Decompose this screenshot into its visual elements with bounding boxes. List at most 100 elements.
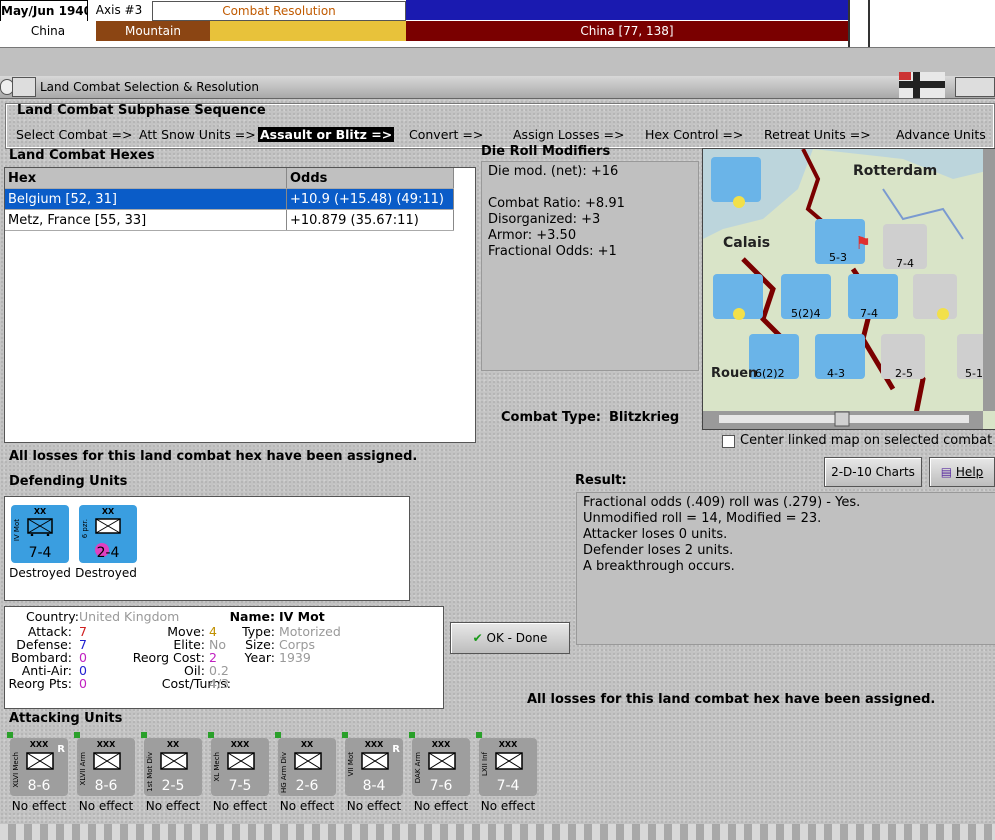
attacking-unit[interactable]: XX HG Arm Div 2-6	[275, 732, 336, 796]
modifier-line: Fractional Odds: +1	[488, 244, 617, 259]
hex-label: China [77, 138]	[406, 21, 848, 41]
combat-type-value: Blitzkrieg	[609, 410, 680, 425]
collapse-button[interactable]	[12, 77, 36, 97]
unit-size: XXX	[498, 740, 518, 749]
losses-message-bottom: All losses for this land combat hex have…	[527, 692, 936, 707]
col-odds-header[interactable]: Odds	[286, 168, 454, 189]
map-unit-strength: 5-3	[829, 251, 847, 264]
help-label: Help	[955, 465, 984, 479]
ready-marker-icon	[141, 732, 147, 738]
col-hex-header[interactable]: Hex	[5, 168, 287, 189]
step-hex-control: Hex Control =>	[645, 127, 744, 142]
modifier-line: Disorganized: +3	[488, 212, 601, 227]
unit-type-icon	[361, 752, 389, 770]
map-label-calais: Calais	[723, 235, 770, 251]
reorg-pts-value: 0	[79, 676, 87, 691]
phase-label: Combat Resolution	[152, 1, 406, 21]
unit-name: 6 pzr.	[81, 519, 89, 539]
result-line: Unmodified roll = 14, Modified = 23.	[583, 511, 822, 526]
defending-unit-6-pzr[interactable]: XX 6 pzr. 2-4	[79, 505, 137, 563]
bottom-scroll-strip	[0, 824, 995, 840]
map-label-rotterdam: Rotterdam	[853, 163, 937, 179]
odds-cell[interactable]: +10.879 (35.67:11)	[286, 209, 454, 231]
map-canvas[interactable]: ⚑ Calais Rotterdam Rouen 5-3 7-4 5(2)4 7…	[703, 149, 995, 429]
attacking-unit[interactable]: XX 1st Mot Div 2-5	[141, 732, 202, 796]
attacking-title: Attacking Units	[9, 711, 123, 726]
result-line: Attacker loses 0 units.	[583, 527, 728, 542]
reorg-pts-label: Reorg Pts:	[8, 676, 72, 691]
attacking-unit[interactable]: XXX LXII Inf 7-4	[476, 732, 537, 796]
hex-cell[interactable]: Belgium [52, 31]	[5, 188, 287, 210]
ok-done-label: OK - Done	[486, 631, 548, 645]
modifier-line: Combat Ratio: +8.91	[488, 196, 625, 211]
defending-unit-iv-mot[interactable]: XX IV Mot 7-4	[11, 505, 69, 563]
step-assault-or-blitz: Assault or Blitz =>	[258, 127, 395, 142]
result-title: Result:	[575, 473, 627, 488]
unit-size: XXX	[431, 740, 451, 749]
reserve-marker: R	[392, 744, 400, 755]
unit-type-icon	[294, 752, 322, 770]
dialog-title: Land Combat Selection & Resolution	[40, 80, 259, 94]
table-row[interactable]: Belgium [52, 31] +10.9 (+15.48) (49:11)	[5, 188, 454, 210]
country-label: Country:	[26, 609, 79, 624]
ready-marker-icon	[476, 732, 482, 738]
charts-button[interactable]: 2-D-10 Charts	[824, 457, 922, 487]
ready-marker-icon	[342, 732, 348, 738]
sequence-box: Land Combat Subphase Sequence Select Com…	[5, 103, 995, 149]
hex-cell[interactable]: Metz, France [55, 33]	[5, 209, 287, 231]
result-panel: Fractional odds (.409) roll was (.279) -…	[576, 492, 995, 645]
year-value: 1939	[279, 650, 311, 665]
svg-text:⚑: ⚑	[855, 233, 871, 254]
center-linked-checkbox[interactable]	[722, 435, 735, 448]
table-row[interactable]: Metz, France [55, 33] +10.879 (35.67:11)	[5, 209, 454, 231]
divider	[848, 0, 850, 47]
help-button[interactable]: ▤ Help	[929, 457, 995, 487]
attacking-unit[interactable]: XXX XLVI Mech R 8-6	[7, 732, 68, 796]
unit-status: No effect	[145, 799, 201, 813]
unit-name: VII Mot	[347, 752, 355, 777]
attacking-unit[interactable]: XXX VII Mot R 8-4	[342, 732, 403, 796]
location-label: China	[0, 21, 96, 41]
attacking-unit[interactable]: XXX XLVII Arm 8-6	[74, 732, 135, 796]
unit-status: No effect	[346, 799, 402, 813]
unit-size: XXX	[96, 740, 116, 749]
help-book-icon: ▤	[940, 465, 953, 479]
ok-done-button[interactable]: ✔ OK - Done	[450, 622, 570, 654]
map-unit-strength: 6(2)2	[755, 367, 785, 380]
step-select-combat: Select Combat =>	[16, 127, 133, 142]
unit-size: XX	[166, 740, 180, 749]
terrain-label: Mountain	[96, 21, 210, 41]
ready-marker-icon	[275, 732, 281, 738]
map-unit-strength: 5(2)4	[791, 307, 821, 320]
map-label-rouen: Rouen	[711, 366, 757, 381]
german-flag-icon	[899, 72, 945, 98]
map-unit-strength: 5-1	[965, 367, 983, 380]
dialog-titlebar: Land Combat Selection & Resolution	[0, 72, 995, 99]
map-unit-strength: 4-3	[827, 367, 845, 380]
attacking-unit[interactable]: XXX XL Mech 7-5	[208, 732, 269, 796]
map-view[interactable]: ⚑ Calais Rotterdam Rouen 5-3 7-4 5(2)4 7…	[702, 148, 995, 430]
sequence-title: Land Combat Subphase Sequence	[17, 103, 266, 118]
unit-name: LXII Inf	[481, 752, 489, 777]
unit-status: Destroyed	[9, 566, 71, 580]
close-button[interactable]	[955, 77, 995, 97]
unit-status: No effect	[11, 799, 67, 813]
date-label: May/Jun 1940	[0, 0, 88, 22]
odds-cell[interactable]: +10.9 (+15.48) (49:11)	[286, 188, 454, 210]
side-label: Axis #3	[88, 0, 150, 20]
step-retreat-units: Retreat Units =>	[764, 127, 871, 142]
modifier-line: Armor: +3.50	[488, 228, 577, 243]
unit-size: XX	[101, 507, 115, 516]
ready-marker-icon	[208, 732, 214, 738]
hexes-list: Hex Odds Belgium [52, 31] +10.9 (+15.48)…	[4, 167, 476, 443]
unit-type-icon	[160, 752, 188, 770]
attacking-unit[interactable]: XXX DAK Arm 7-6	[409, 732, 470, 796]
country-value: United Kingdom	[79, 609, 180, 624]
hexes-title: Land Combat Hexes	[9, 148, 155, 163]
land-combat-dialog: Land Combat Selection & Resolution Land …	[0, 72, 995, 840]
step-att-snow-units: Att Snow Units =>	[139, 127, 256, 142]
gap-panel	[0, 47, 995, 77]
unit-status: Destroyed	[75, 566, 137, 580]
name-value: IV Mot	[279, 609, 325, 624]
unit-type-icon	[495, 752, 523, 770]
